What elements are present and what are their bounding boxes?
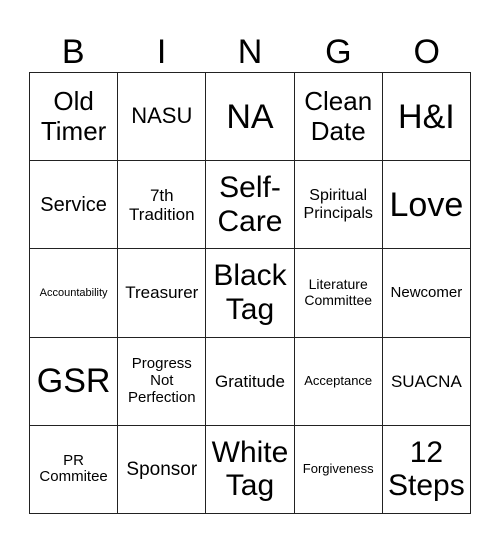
bingo-cell-text: Self-Care — [217, 171, 283, 238]
bingo-cell[interactable]: Progress Not Perfection — [118, 337, 207, 426]
bingo-cell-text: SUACNA — [390, 371, 462, 391]
bingo-cell-text: NA — [226, 97, 274, 136]
bingo-cell-text: H&I — [398, 97, 455, 136]
bingo-cell-text: White Tag — [211, 435, 289, 503]
bingo-header: B I N G O — [29, 30, 471, 74]
bingo-cell-text: PR Commitee — [39, 451, 108, 486]
bingo-cell-text: Forgiveness — [302, 461, 374, 477]
header-letter-o: O — [413, 33, 440, 71]
bingo-cell-text: Acceptance — [304, 372, 373, 388]
bingo-cell[interactable]: Acceptance — [294, 337, 383, 426]
bingo-cell[interactable]: Clean Date — [294, 73, 383, 162]
bingo-cell-text: Spiritual Principals — [303, 186, 373, 222]
bingo-cell[interactable]: Accountability — [30, 249, 119, 338]
bingo-cell-text: Treasurer — [125, 283, 199, 303]
bingo-cell[interactable]: 7th Tradition — [118, 161, 207, 250]
bingo-cell[interactable]: Service — [30, 161, 119, 250]
bingo-cell[interactable]: Sponsor — [118, 425, 207, 514]
bingo-cell[interactable]: Forgiveness — [294, 425, 383, 514]
bingo-cell-text: Clean Date — [304, 86, 373, 146]
bingo-cell-text: Sponsor — [126, 458, 198, 480]
bingo-cell[interactable]: NA — [206, 73, 295, 162]
bingo-cell[interactable]: Old Timer — [30, 73, 119, 162]
bingo-cell-text: Literature Committee — [304, 276, 373, 308]
bingo-cell-text: Love — [389, 185, 464, 224]
bingo-cell[interactable]: Literature Committee — [294, 249, 383, 338]
bingo-cell[interactable]: H&I — [382, 73, 471, 162]
bingo-cell[interactable]: Spiritual Principals — [294, 161, 383, 250]
bingo-cell-text: GSR — [36, 362, 111, 401]
bingo-cell-text: Old Timer — [40, 86, 107, 146]
bingo-cell[interactable]: Love — [382, 161, 471, 250]
bingo-cell[interactable]: NASU — [118, 73, 207, 162]
bingo-cell-text: NASU — [131, 103, 193, 129]
bingo-cell-text: Accountability — [39, 286, 108, 299]
bingo-cell-text: Newcomer — [390, 283, 463, 301]
header-letter-g: G — [325, 33, 352, 71]
bingo-cell[interactable]: SUACNA — [382, 337, 471, 426]
bingo-cell-text: 7th Tradition — [129, 185, 195, 224]
bingo-cell[interactable]: GSR — [30, 337, 119, 426]
bingo-cell[interactable]: Treasurer — [118, 249, 207, 338]
bingo-cell-text: Gratitude — [215, 371, 285, 391]
bingo-cell-text: Black Tag — [213, 259, 287, 326]
header-letter-i: I — [156, 33, 167, 71]
bingo-cell[interactable]: Newcomer — [382, 249, 471, 338]
bingo-cell[interactable]: Gratitude — [206, 337, 295, 426]
bingo-grid: Old Timer NASU NA Clean Date H&I Service 7th T… — [29, 72, 471, 514]
header-letter-b: B — [61, 33, 85, 71]
header-letter-n: N — [237, 33, 263, 71]
bingo-cell[interactable]: Black Tag — [206, 249, 295, 338]
bingo-cell[interactable]: White Tag — [206, 425, 295, 514]
bingo-cell-text: Service — [40, 193, 107, 216]
bingo-cell[interactable]: 12 Steps — [382, 425, 471, 514]
bingo-cell[interactable]: PR Commitee — [30, 425, 119, 514]
bingo-cell[interactable]: Self-Care — [206, 161, 295, 250]
bingo-cell-text: Progress Not Perfection — [128, 355, 196, 406]
bingo-cell-text: 12 Steps — [388, 435, 465, 503]
